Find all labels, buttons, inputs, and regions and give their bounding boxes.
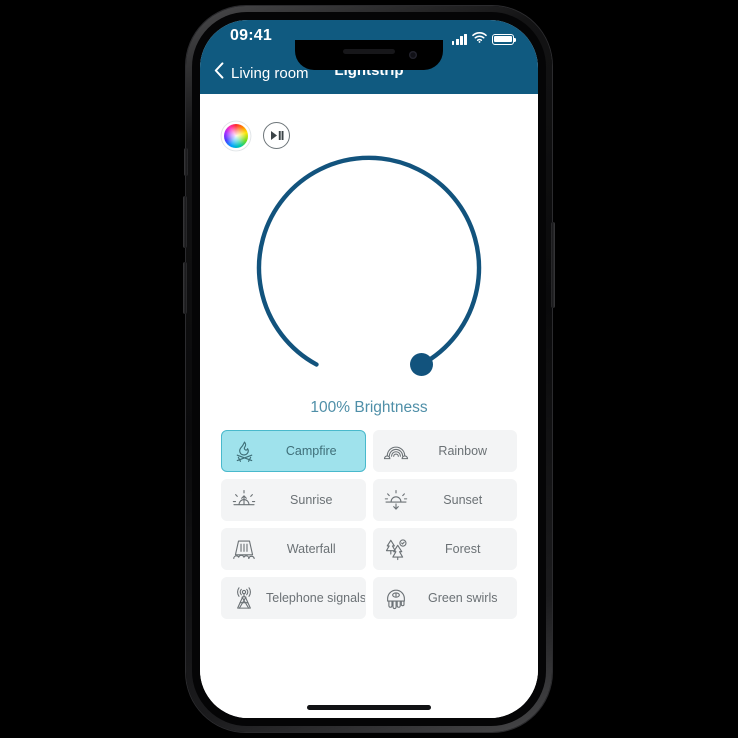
- scene-label: Forest: [445, 542, 481, 556]
- scene-tile-sunset[interactable]: Sunset: [372, 479, 517, 521]
- waterfall-icon: [222, 529, 266, 569]
- scene-label: Telephone signals: [266, 591, 366, 605]
- sunrise-icon: [222, 480, 266, 520]
- screenshot-root: 09:41 Living room Lightstrip 100% Bright…: [0, 0, 738, 738]
- scene-label: Rainbow: [438, 444, 488, 458]
- antenna-icon: [222, 578, 266, 618]
- brightness-value-label: 100% Brightness: [310, 399, 428, 416]
- silence-switch[interactable]: [184, 148, 188, 176]
- phone-screen: 09:41 Living room Lightstrip 100% Bright…: [200, 20, 538, 718]
- brightness-arc-svg[interactable]: [244, 152, 494, 392]
- color-wheel-icon[interactable]: [224, 123, 248, 148]
- scene-tile-forest[interactable]: Forest: [372, 528, 517, 570]
- scene-label: Waterfall: [286, 542, 336, 556]
- scene-tile-campfire[interactable]: Campfire: [221, 430, 366, 472]
- campfire-icon: [222, 431, 266, 471]
- volume-down-button[interactable]: [183, 262, 187, 314]
- brightness-handle[interactable]: [410, 353, 433, 376]
- scene-tile-telephone-signals[interactable]: Telephone signals: [221, 577, 366, 619]
- brightness-arc-track[interactable]: [256, 155, 482, 367]
- notch: [295, 40, 443, 70]
- scene-grid: Campfire Rainbow Sunrise Sunset Waterfal…: [221, 430, 517, 619]
- status-icons: [451, 30, 517, 48]
- main-content: 100% Brightness Campfire Rainbow Sunrise…: [200, 94, 538, 718]
- back-button-label: Living room: [231, 64, 309, 82]
- sunset-icon: [374, 480, 418, 520]
- forest-icon: [374, 529, 418, 569]
- quick-actions-row: [224, 122, 290, 149]
- earpiece-speaker: [343, 49, 395, 54]
- status-time: 09:41: [230, 27, 272, 44]
- battery-icon: [492, 33, 517, 45]
- scene-label: Green swirls: [428, 591, 498, 605]
- scene-tile-sunrise[interactable]: Sunrise: [221, 479, 366, 521]
- brightness-dial[interactable]: [200, 152, 538, 397]
- play-pause-icon[interactable]: [263, 122, 290, 149]
- back-button[interactable]: Living room: [214, 56, 309, 90]
- scene-label: Campfire: [285, 444, 337, 458]
- scene-tile-green-swirls[interactable]: Green swirls: [372, 577, 517, 619]
- home-indicator[interactable]: [307, 705, 431, 710]
- power-button[interactable]: [551, 222, 555, 308]
- wifi-icon: [472, 30, 487, 48]
- signal-bars-icon: [451, 33, 467, 45]
- front-camera: [409, 51, 417, 59]
- scene-tile-rainbow[interactable]: Rainbow: [372, 430, 517, 472]
- scene-label: Sunrise: [290, 493, 333, 507]
- jellyfish-icon: [374, 578, 418, 618]
- scene-label: Sunset: [443, 493, 483, 507]
- volume-up-button[interactable]: [183, 196, 187, 248]
- chevron-left-icon: [214, 62, 224, 84]
- scene-tile-waterfall[interactable]: Waterfall: [221, 528, 366, 570]
- rainbow-icon: [374, 431, 418, 471]
